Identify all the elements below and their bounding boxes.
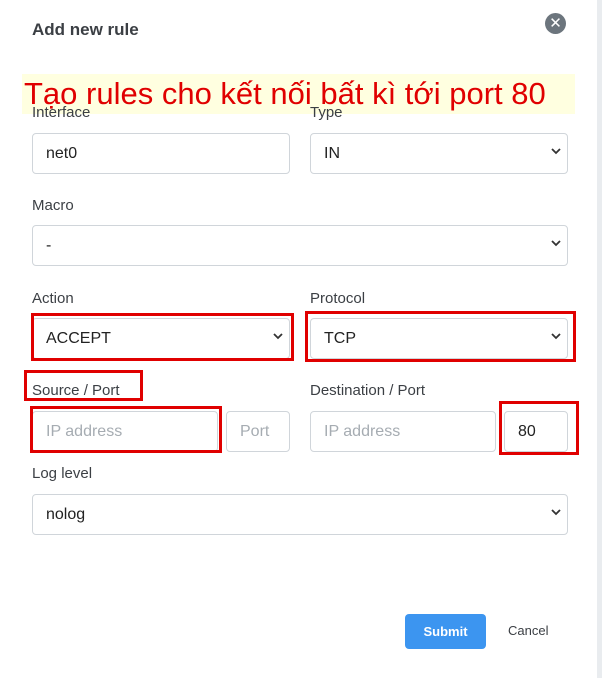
page-edge: [597, 0, 602, 678]
action-label: Action: [32, 290, 74, 307]
log-level-label: Log level: [32, 465, 93, 482]
destination-port-label: Destination / Port: [310, 382, 426, 399]
macro-select[interactable]: -: [32, 225, 568, 266]
log-level-value: nolog: [46, 505, 86, 523]
macro-label: Macro: [32, 197, 74, 214]
cancel-button[interactable]: Cancel: [508, 623, 548, 638]
source-ip-input[interactable]: IP address: [32, 411, 218, 452]
protocol-select[interactable]: TCP: [310, 318, 568, 359]
destination-ip-input[interactable]: IP address: [310, 411, 496, 452]
action-value: ACCEPT: [46, 329, 111, 347]
source-port-label: Source / Port: [32, 382, 120, 399]
type-value: IN: [324, 144, 340, 162]
chevron-down-icon: [273, 333, 283, 340]
log-level-select[interactable]: nolog: [32, 494, 568, 535]
source-port-input[interactable]: Port: [226, 411, 290, 452]
dialog-title: Add new rule: [32, 20, 139, 39]
protocol-value: TCP: [324, 329, 356, 347]
interface-input[interactable]: net0: [32, 133, 290, 174]
chevron-down-icon: [551, 333, 561, 340]
protocol-label: Protocol: [310, 290, 366, 307]
chevron-down-icon: [551, 148, 561, 155]
macro-value: -: [46, 236, 52, 254]
close-icon[interactable]: ✕: [545, 13, 566, 34]
chevron-down-icon: [551, 240, 561, 247]
type-select[interactable]: IN: [310, 133, 568, 174]
destination-port-input[interactable]: 80: [504, 411, 568, 452]
chevron-down-icon: [551, 509, 561, 516]
annotation-text: Tạo rules cho kết nối bất kì tới port 80: [24, 76, 546, 111]
submit-button[interactable]: Submit: [405, 614, 486, 649]
action-select[interactable]: ACCEPT: [32, 318, 290, 359]
